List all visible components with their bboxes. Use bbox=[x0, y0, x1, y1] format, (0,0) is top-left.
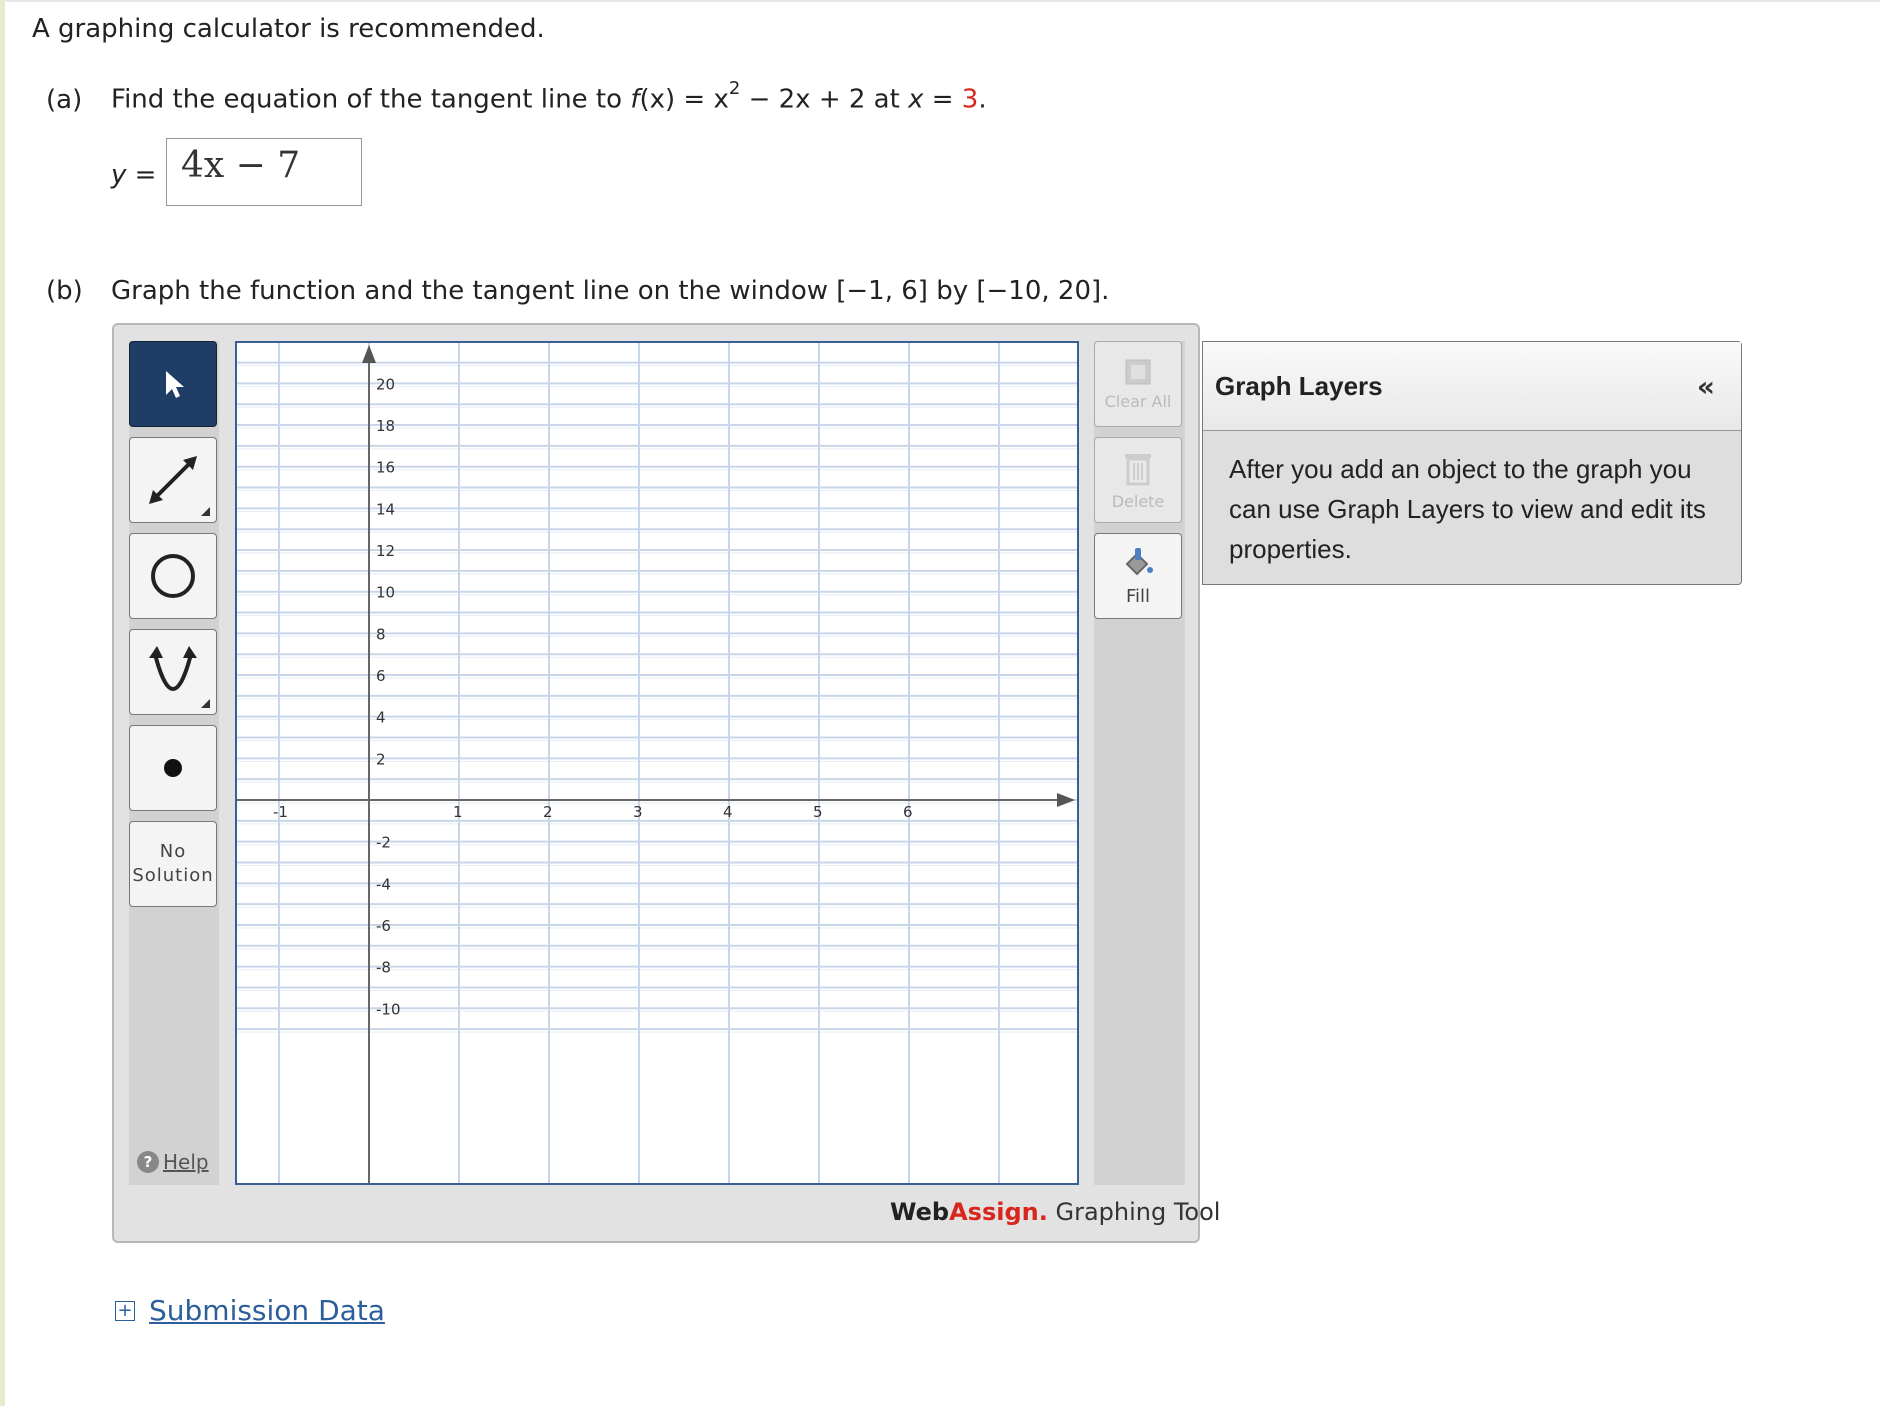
line-tool-button[interactable] bbox=[129, 437, 217, 523]
answer-label: y = bbox=[111, 160, 157, 190]
parabola-icon bbox=[149, 646, 197, 691]
equals-sign: = bbox=[923, 84, 962, 115]
circle-tool-button[interactable] bbox=[129, 533, 217, 619]
x-variable: x bbox=[908, 84, 924, 115]
top-rule bbox=[5, 0, 1880, 2]
y-tick-label: -6 bbox=[376, 917, 391, 935]
pointer-tool-button[interactable] bbox=[129, 341, 217, 427]
submission-data-link: Submission Data bbox=[149, 1294, 385, 1327]
more-options-indicator bbox=[201, 699, 210, 708]
function-rest: − 2x + 2 at bbox=[740, 84, 909, 115]
help-link[interactable]: ? Help bbox=[137, 1150, 209, 1174]
delete-button[interactable]: Delete bbox=[1094, 437, 1182, 523]
no-solution-line1: No bbox=[159, 841, 187, 862]
x-tick-label: 4 bbox=[723, 803, 733, 821]
point-tool-button[interactable] bbox=[129, 725, 217, 811]
y-tick-label: -8 bbox=[376, 959, 391, 977]
question-a-prefix: Find the equation of the tangent line to bbox=[111, 84, 631, 115]
trash-icon bbox=[1125, 453, 1151, 485]
question-a: (a) Find the equation of the tangent line… bbox=[46, 78, 987, 115]
question-b: (b) Graph the function and the tangent li… bbox=[46, 276, 1109, 306]
no-solution-button[interactable]: No Solution bbox=[129, 821, 217, 907]
x-axis-arrow bbox=[1057, 793, 1075, 807]
x-tick-label: 3 bbox=[633, 803, 643, 821]
brand-web: Web bbox=[890, 1198, 950, 1226]
question-a-label: (a) bbox=[46, 84, 83, 115]
graph-layers-panel: Graph Layers « After you add an object t… bbox=[1202, 341, 1742, 585]
brand-dot: . bbox=[1038, 1198, 1048, 1226]
webassign-brand: WebAssign. Graphing Tool bbox=[890, 1198, 1220, 1226]
graph-grid: -1 1 2 3 4 5 62018161412108642-2-4-6-8-10 bbox=[237, 343, 1077, 1183]
function-arg: (x) bbox=[639, 84, 676, 115]
y-tick-label: 12 bbox=[376, 542, 395, 560]
parabola-tool-button[interactable] bbox=[129, 629, 217, 715]
y-tick-label: 20 bbox=[376, 375, 395, 393]
line-icon bbox=[149, 456, 197, 504]
y-tick-label: 2 bbox=[376, 750, 386, 768]
fill-bucket-icon bbox=[1125, 547, 1153, 575]
fill-label: Fill bbox=[1125, 585, 1151, 607]
answer-field[interactable]: 4x − 7 bbox=[166, 138, 362, 206]
y-tick-label: -4 bbox=[376, 875, 391, 893]
point-icon bbox=[164, 759, 182, 777]
brand-tail: Graphing Tool bbox=[1047, 1198, 1221, 1226]
left-margin-bar bbox=[0, 0, 5, 1406]
circle-icon bbox=[151, 554, 195, 598]
period: . bbox=[978, 84, 987, 115]
pointer-icon bbox=[166, 371, 184, 398]
fill-button[interactable]: Fill bbox=[1094, 533, 1182, 619]
question-b-label: (b) bbox=[46, 276, 83, 306]
no-solution-line2: Solution bbox=[132, 865, 214, 886]
x-value: 3 bbox=[961, 84, 979, 115]
delete-label: Delete bbox=[1111, 491, 1165, 511]
more-options-indicator bbox=[201, 507, 210, 516]
expand-icon: + bbox=[115, 1300, 135, 1321]
clear-all-button[interactable]: Clear All bbox=[1094, 341, 1182, 427]
graph-canvas[interactable]: -1 1 2 3 4 5 6 20 18 16 14 12 10 8 6 4 2 -2 -4 -6 -8 -10 bbox=[235, 341, 1079, 1185]
y-tick-label: 4 bbox=[376, 709, 386, 727]
graph-layers-header: Graph Layers « bbox=[1203, 342, 1741, 431]
y-tick-label: 6 bbox=[376, 667, 386, 685]
y-axis-arrow bbox=[362, 345, 376, 363]
help-label: Help bbox=[163, 1150, 209, 1174]
function-exponent: 2 bbox=[728, 78, 741, 99]
graph-layers-title: Graph Layers bbox=[1215, 370, 1383, 401]
brand-assign: Assign bbox=[949, 1198, 1039, 1226]
graph-layers-body: After you add an object to the graph you… bbox=[1229, 454, 1706, 564]
y-tick-label: 16 bbox=[376, 459, 395, 477]
intro-text: A graphing calculator is recommended. bbox=[32, 14, 545, 44]
x-tick-label: -1 bbox=[273, 803, 288, 821]
x-tick-label: 5 bbox=[813, 803, 823, 821]
y-tick-label: 14 bbox=[376, 500, 395, 518]
submission-data-toggle[interactable]: + Submission Data bbox=[115, 1294, 385, 1327]
clear-all-label: Clear All bbox=[1104, 391, 1172, 411]
collapse-icon[interactable]: « bbox=[1697, 370, 1715, 403]
y-tick-label: -10 bbox=[376, 1000, 401, 1018]
x-tick-label: 6 bbox=[903, 803, 913, 821]
help-icon: ? bbox=[137, 1151, 159, 1173]
y-tick-label: -2 bbox=[376, 834, 391, 852]
question-b-text: Graph the function and the tangent line … bbox=[111, 276, 1110, 306]
y-tick-label: 10 bbox=[376, 584, 395, 602]
x-tick-label: 1 bbox=[453, 803, 463, 821]
y-tick-label: 8 bbox=[376, 625, 386, 643]
function-eq: = x bbox=[675, 84, 729, 115]
y-tick-label: 18 bbox=[376, 417, 395, 435]
x-tick-label: 2 bbox=[543, 803, 553, 821]
clear-all-icon bbox=[1125, 359, 1151, 384]
